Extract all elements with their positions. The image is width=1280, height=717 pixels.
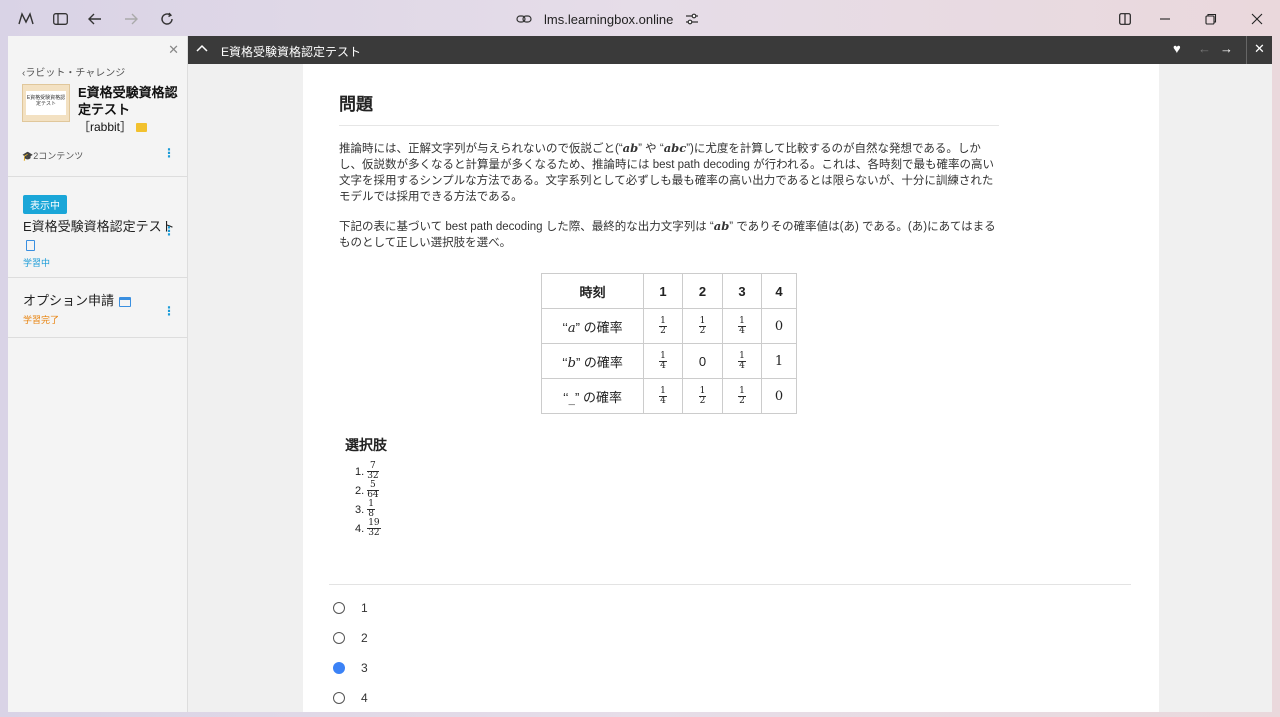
prev-arrow-icon[interactable]: ← — [1198, 41, 1211, 56]
minimize-icon[interactable] — [1155, 9, 1175, 29]
content-topbar: E資格受験資格認定テスト ♥ ← → ✕ — [188, 36, 1272, 64]
answer-option-4[interactable]: 4 — [333, 691, 368, 705]
address-bar[interactable]: lms.learningbox.online — [516, 10, 699, 28]
sidebar-close-icon[interactable]: ✕ — [168, 42, 179, 58]
table-header: 4 — [761, 273, 797, 309]
table-header: 3 — [722, 273, 762, 309]
table-cell: 0 — [761, 308, 797, 344]
table-header: 2 — [682, 273, 723, 309]
table-row: ‘‘a” の確率 12 12 14 0 — [541, 308, 797, 344]
restore-icon[interactable] — [1201, 9, 1221, 29]
answer-label: 2 — [361, 631, 368, 645]
sidebar-item-label: E資格受験資格認定テスト — [23, 218, 183, 254]
browser-toolbar: lms.learningbox.online — [0, 0, 1280, 38]
table-cell: 12 — [722, 378, 762, 414]
question-paragraph-2: 下記の表に基づいて best path decoding した際、最終的な出力文… — [339, 219, 996, 249]
sidebar-toggle-icon[interactable] — [50, 9, 70, 29]
divider — [8, 337, 188, 338]
split-view-icon[interactable] — [1115, 9, 1135, 29]
course-sidebar: ✕ ‹ラビット・チャレンジ E資格受験資格認定テスト E資格受験資格認定テスト … — [8, 36, 188, 712]
probability-table: 時刻 1 2 3 4 ‘‘a” の確率 12 12 14 0 ‘‘b” の確率 … — [541, 273, 797, 414]
status-badge: 表示中 — [23, 195, 67, 214]
course-menu-icon[interactable]: ⋮ — [163, 146, 175, 160]
radio-button[interactable] — [333, 632, 345, 644]
list-item: 4. 19 32 — [355, 518, 381, 538]
next-arrow-icon[interactable]: → — [1220, 41, 1233, 56]
breadcrumb[interactable]: ‹ラビット・チャレンジ — [22, 64, 125, 79]
document-icon — [26, 240, 35, 252]
radio-button-selected[interactable] — [333, 662, 345, 674]
sidebar-item-test[interactable]: 表示中 E資格受験資格認定テスト 学習中 — [23, 195, 183, 269]
answer-option-1[interactable]: 1 — [333, 601, 368, 615]
item-status: 学習中 — [23, 258, 51, 268]
table-cell: 12 — [682, 308, 723, 344]
question-heading: 問題 — [339, 95, 373, 114]
question-paragraph-1: 推論時には、正解文字列が与えられないので仮説ごと(“ab” や “abc”)に尤… — [339, 141, 994, 203]
table-cell: 12 — [643, 308, 683, 344]
heart-icon[interactable]: ♥ — [1173, 41, 1181, 56]
window-icon — [119, 296, 132, 307]
table-cell: 0 — [761, 378, 797, 414]
divider — [329, 584, 1131, 585]
app-frame: ✕ ‹ラビット・チャレンジ E資格受験資格認定テスト E資格受験資格認定テスト … — [8, 36, 1272, 712]
table-cell: 14 — [722, 343, 762, 379]
course-title: E資格受験資格認定テスト ［rabbit］ — [78, 85, 178, 134]
site-settings-icon[interactable] — [685, 13, 699, 25]
folder-icon — [136, 123, 148, 133]
item-status: 学習完了 — [23, 315, 60, 325]
course-thumbnail: E資格受験資格認定テスト — [22, 84, 70, 122]
course-tag: ［rabbit］ — [78, 120, 133, 134]
table-row: ‘‘b” の確率 14 0 14 1 — [541, 343, 797, 379]
url-text: lms.learningbox.online — [544, 11, 674, 27]
content-count: 🎓2コンテンツ — [22, 151, 84, 161]
answer-label: 3 — [361, 661, 368, 675]
table-header-row: 時刻 1 2 3 4 — [541, 273, 797, 309]
item-menu-icon[interactable]: ⋮ — [163, 304, 175, 318]
row-label: ‘‘b” の確率 — [541, 343, 644, 379]
table-cell: 14 — [643, 378, 683, 414]
list-item: 2. 5 64 — [355, 480, 379, 500]
graduation-cap-icon: 🎓 — [22, 151, 34, 161]
answer-option-2[interactable]: 2 — [333, 631, 368, 645]
divider — [8, 277, 188, 278]
close-icon[interactable]: ✕ — [1254, 41, 1265, 57]
divider — [8, 176, 188, 177]
content-title: E資格受験資格認定テスト — [221, 45, 362, 59]
choices-list: 1. 7 32 2. 5 64 3. 1 8 4. 19 32 — [355, 462, 381, 538]
table-row: ‘‘_” の確率 14 12 12 0 — [541, 378, 797, 414]
forward-icon[interactable] — [121, 9, 141, 29]
table-cell: 1 — [761, 343, 797, 379]
radio-button[interactable] — [333, 602, 345, 614]
table-cell: 14 — [722, 308, 762, 344]
sidebar-item-label: オプション申請 — [23, 292, 183, 310]
chevron-up-icon[interactable] — [196, 41, 208, 55]
table-cell: 0 — [682, 343, 723, 379]
back-icon[interactable] — [85, 9, 105, 29]
table-cell: 14 — [643, 343, 683, 379]
table-header: 時刻 — [541, 273, 644, 309]
reload-icon[interactable] — [157, 9, 177, 29]
question-page: 問題 推論時には、正解文字列が与えられないので仮説ごと(“ab” や “abc”… — [303, 64, 1159, 712]
close-window-icon[interactable] — [1247, 9, 1267, 29]
table-header: 1 — [643, 273, 683, 309]
heading-underline — [339, 125, 999, 126]
radio-button[interactable] — [333, 692, 345, 704]
item-menu-icon[interactable]: ⋮ — [163, 224, 175, 238]
row-label: ‘‘a” の確率 — [541, 308, 644, 344]
answer-label: 1 — [361, 601, 368, 615]
sidebar-item-option[interactable]: オプション申請 学習完了 — [23, 292, 183, 326]
table-cell: 12 — [682, 378, 723, 414]
list-item: 1. 7 32 — [355, 461, 379, 481]
course-header: E資格受験資格認定テスト E資格受験資格認定テスト ［rabbit］ — [22, 84, 182, 136]
answer-label: 4 — [361, 691, 368, 705]
link-icon — [516, 15, 532, 23]
divider — [1246, 36, 1247, 64]
row-label: ‘‘_” の確率 — [541, 378, 644, 414]
choices-heading: 選択肢 — [345, 437, 387, 453]
answer-option-3[interactable]: 3 — [333, 661, 368, 675]
list-item: 3. 1 8 — [355, 499, 375, 519]
workspaces-icon[interactable] — [16, 9, 36, 29]
